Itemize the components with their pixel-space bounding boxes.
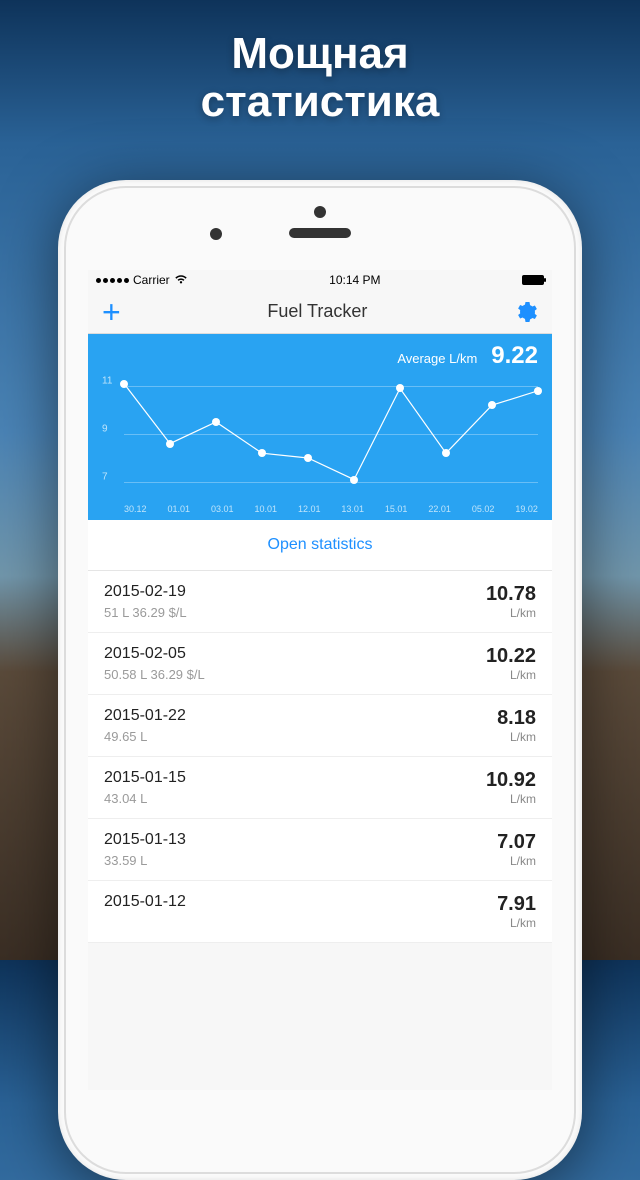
settings-button[interactable] — [514, 300, 538, 324]
avg-label: Average L/km — [397, 351, 477, 366]
entry-date: 2015-01-12 — [104, 893, 186, 911]
y-tick: 11 — [102, 375, 112, 386]
entry-value: 8.18 — [497, 707, 536, 730]
chart-point — [534, 387, 542, 395]
entry-unit: L/km — [497, 916, 536, 930]
fuel-list: 2015-02-1951 L 36.29 $/L10.78L/km2015-02… — [88, 571, 552, 943]
entry-date: 2015-02-19 — [104, 583, 187, 601]
y-tick: 7 — [102, 471, 108, 482]
gear-icon — [514, 300, 538, 324]
entry-detail: 50.58 L 36.29 $/L — [104, 667, 205, 682]
entry-detail: 33.59 L — [104, 853, 186, 868]
x-tick: 12.01 — [298, 504, 321, 514]
signal-dots-icon — [96, 278, 129, 283]
x-tick: 01.01 — [167, 504, 190, 514]
entry-value: 10.22 — [486, 645, 536, 668]
x-tick: 13.01 — [341, 504, 364, 514]
x-tick: 19.02 — [515, 504, 538, 514]
entry-value: 7.91 — [497, 893, 536, 916]
chart-point — [166, 440, 174, 448]
chart-point — [120, 380, 128, 388]
x-tick: 15.01 — [385, 504, 408, 514]
entry-unit: L/km — [497, 730, 536, 744]
entry-detail: 51 L 36.29 $/L — [104, 605, 187, 620]
entry-date: 2015-01-15 — [104, 769, 186, 787]
entry-date: 2015-02-05 — [104, 645, 205, 663]
entry-value: 10.78 — [486, 583, 536, 606]
chart-point — [442, 449, 450, 457]
entry-unit: L/km — [486, 792, 536, 806]
status-bar: Carrier 10:14 PM — [88, 270, 552, 290]
phone-camera — [210, 228, 222, 240]
nav-bar: + Fuel Tracker — [88, 290, 552, 334]
avg-value: 9.22 — [491, 342, 538, 370]
chart-point — [258, 449, 266, 457]
x-tick: 05.02 — [472, 504, 495, 514]
x-tick: 22.01 — [428, 504, 451, 514]
chart-point — [350, 476, 358, 484]
entry-date: 2015-01-13 — [104, 831, 186, 849]
promo-line1: Мощная — [0, 30, 640, 78]
chart-point — [212, 418, 220, 426]
x-tick: 10.01 — [254, 504, 277, 514]
battery-icon — [522, 275, 544, 285]
line-chart[interactable]: 7 9 11 30.12 01.01 03.01 10.01 12.01 13.01 15.01… — [102, 374, 538, 514]
entry-date: 2015-01-22 — [104, 707, 186, 725]
page-title: Fuel Tracker — [267, 301, 367, 322]
list-item[interactable]: 2015-02-19 51 L 36.29 $/L 10.78L/km — [88, 571, 552, 633]
entry-value: 7.07 — [497, 831, 536, 854]
app-screen: Carrier 10:14 PM + Fuel Tracker — [88, 270, 552, 1090]
promo-headline: Мощная статистика — [0, 0, 640, 127]
list-item[interactable]: 2015-01-15 43.04 L 10.92L/km — [88, 757, 552, 819]
chart-point — [304, 454, 312, 462]
list-item[interactable]: 2015-02-05 50.58 L 36.29 $/L 10.22L/km — [88, 633, 552, 695]
phone-frame: Carrier 10:14 PM + Fuel Tracker — [58, 180, 582, 1180]
chart-card: Average L/km 9.22 7 9 11 30.12 01.01 03.01 10… — [88, 334, 552, 520]
x-tick: 30.12 — [124, 504, 147, 514]
chart-point — [396, 384, 404, 392]
list-item[interactable]: 2015-01-13 33.59 L 7.07L/km — [88, 819, 552, 881]
entry-detail: 49.65 L — [104, 729, 186, 744]
entry-value: 10.92 — [486, 769, 536, 792]
add-button[interactable]: + — [102, 296, 121, 328]
entry-detail: 43.04 L — [104, 791, 186, 806]
open-statistics-link[interactable]: Open statistics — [88, 520, 552, 571]
status-time: 10:14 PM — [329, 273, 380, 287]
phone-speaker — [289, 228, 351, 238]
entry-unit: L/km — [486, 668, 536, 682]
list-item[interactable]: 2015-01-22 49.65 L 8.18L/km — [88, 695, 552, 757]
x-tick: 03.01 — [211, 504, 234, 514]
y-tick: 9 — [102, 423, 108, 434]
list-item[interactable]: 2015-01-12 7.91L/km — [88, 881, 552, 943]
entry-unit: L/km — [497, 854, 536, 868]
carrier-label: Carrier — [133, 273, 170, 287]
chart-point — [488, 401, 496, 409]
entry-unit: L/km — [486, 606, 536, 620]
wifi-icon — [174, 273, 188, 288]
promo-line2: статистика — [0, 78, 640, 126]
phone-sensor — [314, 206, 326, 218]
